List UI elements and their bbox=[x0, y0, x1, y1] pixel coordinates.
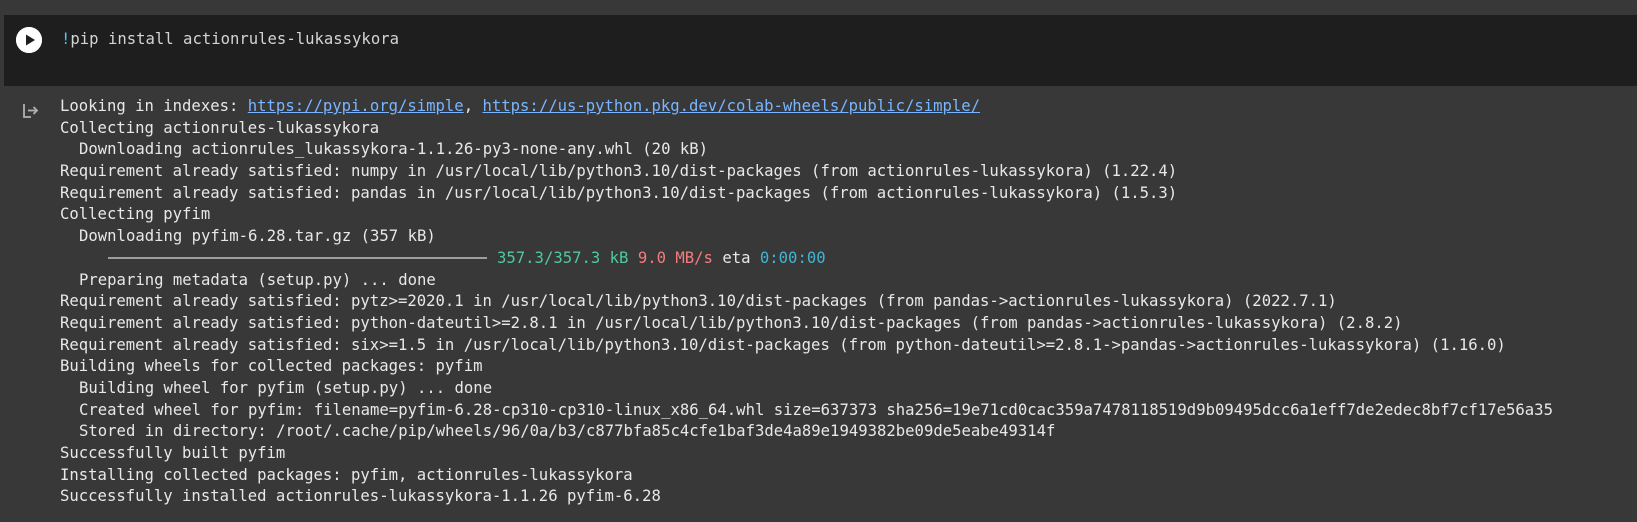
code-line[interactable]: !pip install actionrules-lukassykora bbox=[61, 28, 399, 50]
output-arrow-icon[interactable] bbox=[20, 101, 40, 121]
progress-line: 357.3/357.3 kB 9.0 MB/s eta 0:00:00 bbox=[60, 248, 1553, 270]
cell-top-strip bbox=[0, 0, 1637, 15]
output-text: Looking in indexes: bbox=[60, 97, 248, 115]
code-command: pip install actionrules-lukassykora bbox=[70, 30, 399, 48]
output-line: Stored in directory: /root/.cache/pip/wh… bbox=[79, 422, 1056, 441]
pypi-link[interactable]: https://pypi.org/simple bbox=[248, 97, 464, 115]
progress-eta: 0:00:00 bbox=[759, 248, 826, 267]
output-line: Building wheel for pyfim (setup.py) ... … bbox=[79, 378, 493, 397]
output-line: Looking in indexes: https://pypi.org/sim… bbox=[60, 96, 1553, 118]
output-line: Installing collected packages: pyfim, ac… bbox=[60, 465, 633, 484]
progress-bar bbox=[108, 257, 487, 260]
output-line: Preparing metadata (setup.py) ... done bbox=[79, 270, 436, 289]
code-editor[interactable] bbox=[4, 15, 1637, 86]
progress-bar-fill bbox=[108, 257, 487, 260]
output-line: Requirement already satisfied: pytz>=202… bbox=[60, 292, 1337, 311]
output-line: Collecting pyfim bbox=[60, 205, 211, 224]
output-line: Successfully installed actionrules-lukas… bbox=[60, 487, 661, 506]
output-line: Downloading pyfim-6.28.tar.gz (357 kB) bbox=[79, 227, 436, 246]
output-line: Successfully built pyfim bbox=[60, 444, 286, 462]
progress-eta-label: eta bbox=[722, 248, 751, 267]
notebook-cell: !pip install actionrules-lukassykora Loo… bbox=[0, 0, 1637, 522]
output-line: Requirement already satisfied: six>=1.5 … bbox=[60, 335, 1506, 354]
progress-speed: 9.0 MB/s bbox=[637, 248, 713, 267]
output-line: Requirement already satisfied: numpy in … bbox=[60, 162, 1178, 181]
play-icon bbox=[16, 27, 42, 53]
output-line: Requirement already satisfied: python-da… bbox=[60, 313, 1403, 332]
colab-wheels-link[interactable]: https://us-python.pkg.dev/colab-wheels/p… bbox=[482, 97, 980, 115]
cell-output: Looking in indexes: https://pypi.org/sim… bbox=[60, 96, 1553, 508]
output-line: Requirement already satisfied: pandas in… bbox=[60, 183, 1178, 202]
output-line: Collecting actionrules-lukassykora bbox=[60, 118, 380, 137]
output-line: Building wheels for collected packages: … bbox=[60, 357, 483, 376]
output-text: , bbox=[463, 97, 483, 115]
shell-bang: ! bbox=[61, 30, 71, 48]
output-line: Created wheel for pyfim: filename=pyfim-… bbox=[79, 400, 1553, 419]
progress-size: 357.3/357.3 kB bbox=[497, 248, 629, 267]
output-line: Downloading actionrules_lukassykora-1.1.… bbox=[79, 140, 709, 159]
run-cell-button[interactable] bbox=[16, 27, 42, 53]
